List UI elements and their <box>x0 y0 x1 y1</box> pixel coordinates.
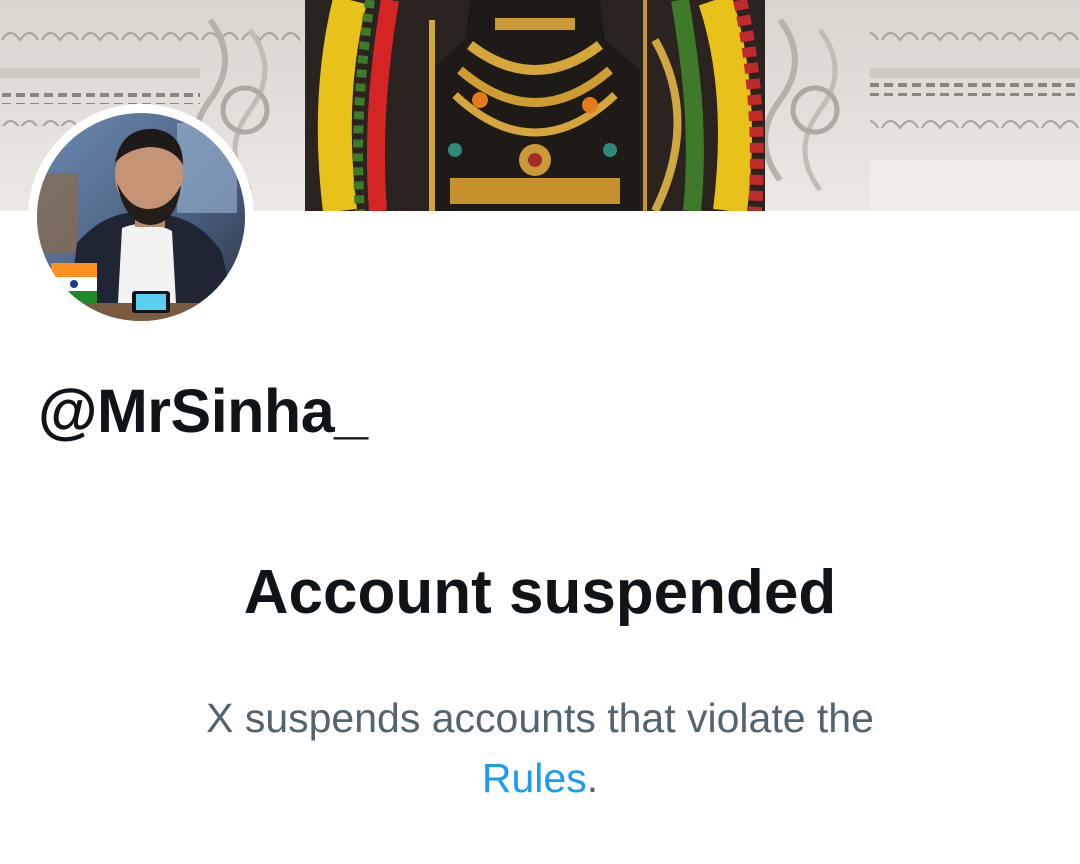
suspended-description: X suspends accounts that violate the Rul… <box>140 688 940 808</box>
description-period: . <box>586 755 599 801</box>
suspended-description-text: X suspends accounts that violate the <box>206 695 874 741</box>
suspended-title: Account suspended <box>243 558 837 627</box>
profile-handle: @MrSinha_ <box>38 377 368 445</box>
profile-page: @MrSinha_ Account suspended X suspends a… <box>0 0 1080 864</box>
avatar[interactable] <box>28 104 254 330</box>
avatar-image <box>37 113 245 321</box>
rules-link[interactable]: Rules <box>482 755 587 801</box>
